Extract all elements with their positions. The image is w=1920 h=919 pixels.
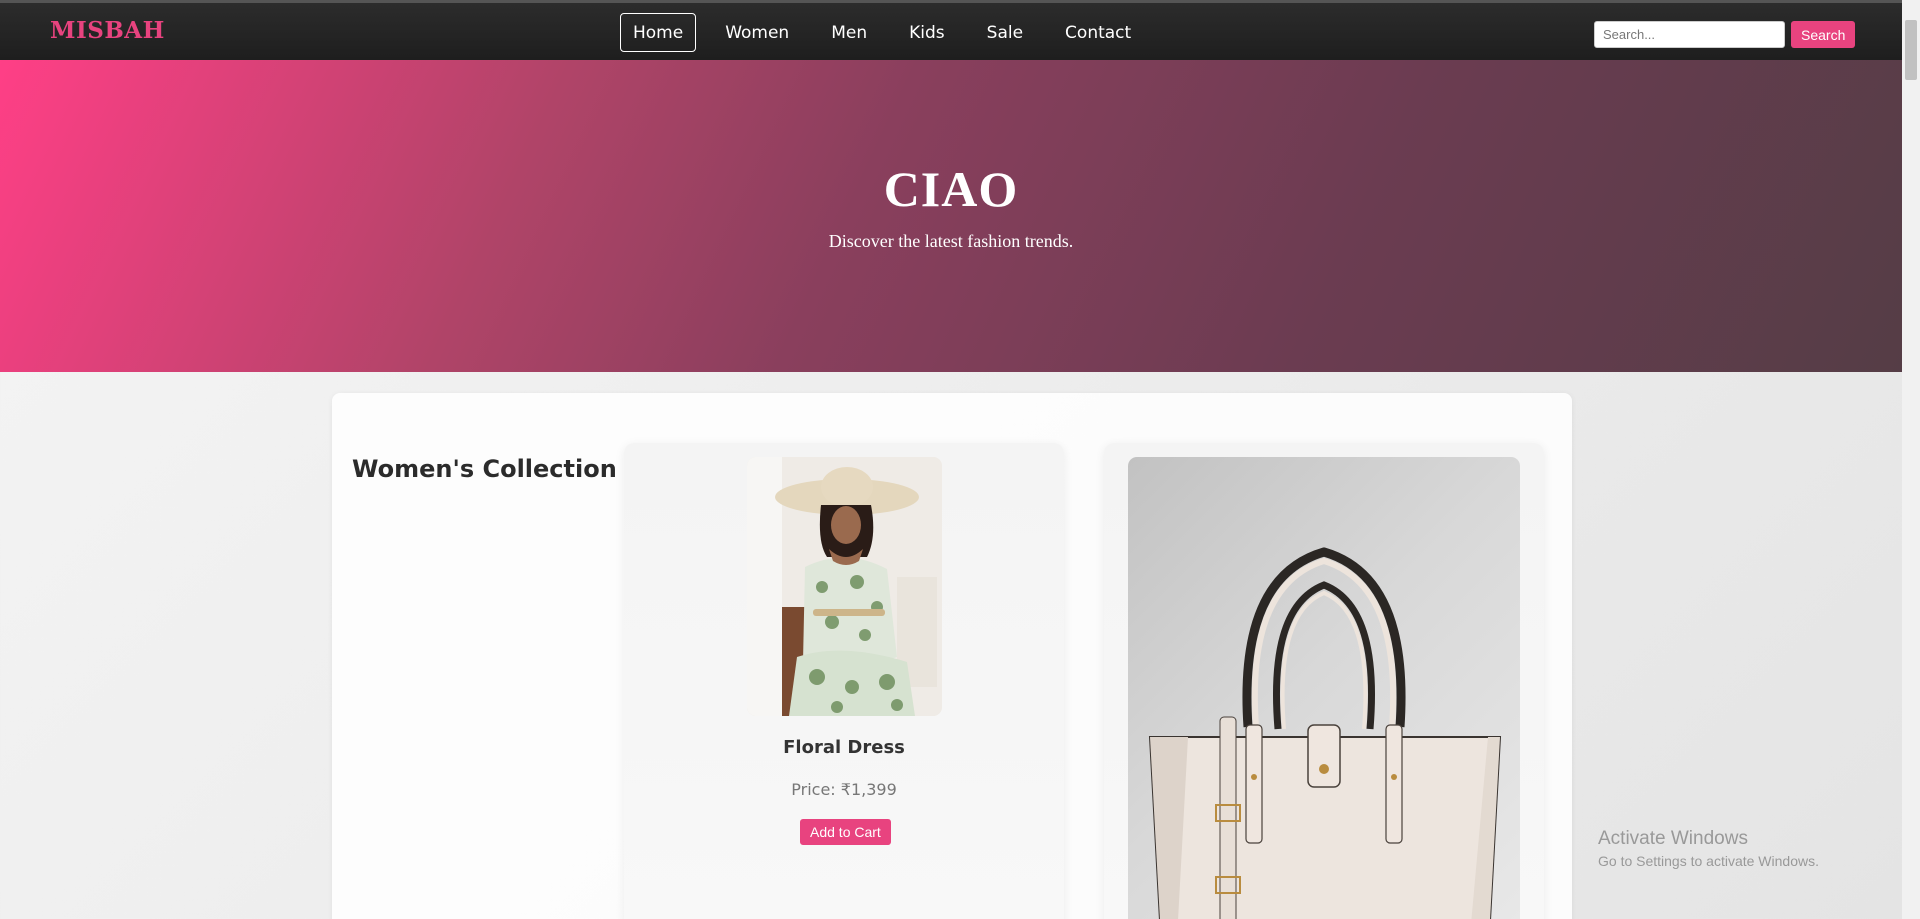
hero-subtitle: Discover the latest fashion trends. xyxy=(828,231,1074,251)
watermark-title: Activate Windows xyxy=(1598,828,1748,849)
hero-banner: CIAO Discover the latest fashion trends. xyxy=(0,60,1902,372)
add-to-cart-button[interactable]: Add to Cart xyxy=(800,819,891,845)
floral-dress-photo xyxy=(747,457,942,716)
search-bar: Search xyxy=(1594,21,1856,48)
section-title: Women's Collection xyxy=(352,455,617,483)
product-card xyxy=(1104,443,1544,919)
search-input[interactable] xyxy=(1594,21,1785,48)
nav-men[interactable]: Men xyxy=(818,13,880,52)
main-nav: Home Women Men Kids Sale Contact xyxy=(620,13,1160,52)
page-scrollbar[interactable] xyxy=(1902,0,1920,919)
nav-home[interactable]: Home xyxy=(620,13,697,52)
search-button[interactable]: Search xyxy=(1791,21,1856,48)
watermark-subtitle: Go to Settings to activate Windows. xyxy=(1598,853,1819,869)
nav-contact[interactable]: Contact xyxy=(1052,13,1144,52)
hero-title: CIAO xyxy=(883,161,1019,217)
collection-panel: Women's Collection Floral Dress Price: ₹… xyxy=(332,393,1572,919)
nav-women[interactable]: Women xyxy=(712,13,802,52)
scrollbar-thumb[interactable] xyxy=(1905,20,1917,80)
brand-logo[interactable]: MISBAH xyxy=(50,17,165,44)
navbar: MISBAH Home Women Men Kids Sale Contact … xyxy=(0,0,1902,60)
nav-kids[interactable]: Kids xyxy=(896,13,958,52)
nav-sale[interactable]: Sale xyxy=(974,13,1036,52)
handbag-photo xyxy=(1148,547,1502,919)
product-image-handbag[interactable] xyxy=(1128,457,1520,919)
windows-activation-watermark: Activate Windows Go to Settings to activ… xyxy=(1598,828,1819,869)
product-card: Floral Dress Price: ₹1,399 Add to Cart xyxy=(624,443,1064,919)
product-price: Price: ₹1,399 xyxy=(791,780,897,799)
product-name: Floral Dress xyxy=(783,737,905,758)
product-image-floral-dress[interactable] xyxy=(747,457,942,716)
